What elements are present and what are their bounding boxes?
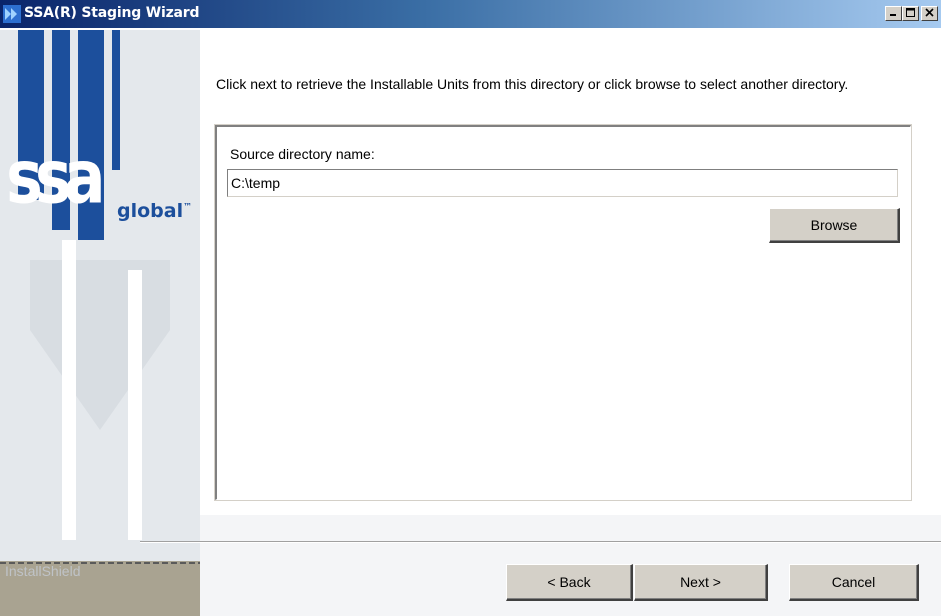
source-directory-label: Source directory name: xyxy=(230,146,375,162)
title-bar[interactable]: SSA(R) Staging Wizard xyxy=(0,0,941,29)
next-button[interactable]: Next > xyxy=(634,564,768,601)
maximize-button[interactable] xyxy=(902,6,919,21)
wizard-banner: ssa global™ InstallShield xyxy=(0,30,200,616)
logo-suffix: global xyxy=(117,200,184,222)
close-button[interactable] xyxy=(921,6,938,21)
close-icon xyxy=(925,8,934,17)
trademark-symbol: ™ xyxy=(183,202,193,213)
minimize-icon xyxy=(890,14,896,16)
ssa-logo: ssa xyxy=(6,132,106,221)
back-button[interactable]: < Back xyxy=(506,564,633,601)
browse-button[interactable]: Browse xyxy=(769,208,900,243)
banner-graphic xyxy=(0,30,200,616)
instruction-text: Click next to retrieve the Installable U… xyxy=(216,76,849,92)
window-title: SSA(R) Staging Wizard xyxy=(24,5,200,21)
installshield-label: InstallShield xyxy=(5,563,81,579)
footer-separator xyxy=(140,541,941,543)
minimize-button[interactable] xyxy=(885,6,902,21)
cancel-button[interactable]: Cancel xyxy=(789,564,919,601)
app-logo-icon xyxy=(3,5,21,23)
logo-text: ssa xyxy=(6,132,106,221)
logo-global-text: global™ xyxy=(117,200,192,222)
source-directory-input[interactable] xyxy=(227,169,898,197)
maximize-icon xyxy=(906,8,915,17)
